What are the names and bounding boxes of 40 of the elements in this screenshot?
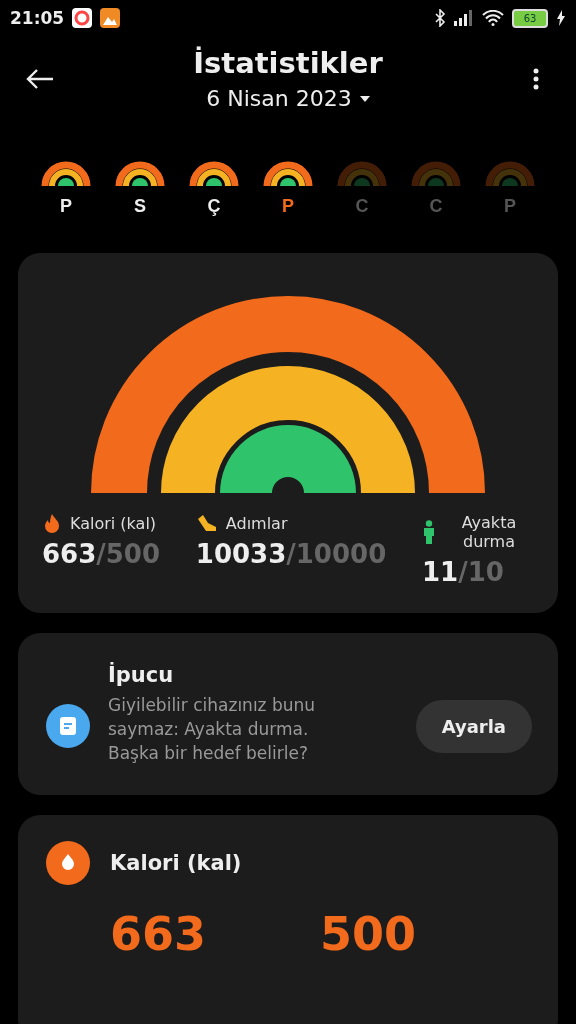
more-button[interactable] <box>533 67 539 90</box>
flame-icon <box>42 513 62 533</box>
date-dropdown[interactable]: 6 Nisan 2023 <box>206 86 370 111</box>
stat-value: 663/500 <box>42 539 161 569</box>
person-icon <box>422 520 436 544</box>
stat-label: Ayakta durma <box>460 513 518 551</box>
rings-drawing <box>115 161 165 186</box>
app-notification-icon <box>72 8 93 28</box>
signal-icon <box>454 10 474 26</box>
calorie-goal: 500 <box>320 907 418 961</box>
tip-title: İpucu <box>108 663 175 687</box>
wifi-icon <box>482 10 504 26</box>
stat-label: Kalori (kal) <box>70 513 157 533</box>
stat-value: 10033/10000 <box>195 539 387 569</box>
rings-drawing <box>189 161 239 186</box>
tip-text: Giyilebilir cihazınız bunu saymaz: Ayakta durma. Başka bir hedef belirle? <box>108 694 317 765</box>
status-time: 21:05 <box>10 8 65 28</box>
shoe-icon <box>195 513 218 533</box>
rings-drawing <box>485 161 535 186</box>
calorie-value: 663 <box>110 907 208 961</box>
set-button[interactable]: Ayarla <box>415 699 532 753</box>
rings-drawing <box>263 161 313 186</box>
stat-label: Adımlar <box>225 513 288 533</box>
caret-icon <box>359 95 370 102</box>
stat-value: 11/10 <box>422 557 505 587</box>
rings-drawing <box>411 161 461 186</box>
battery-indicator: 63 <box>512 8 548 28</box>
back-button[interactable] <box>25 67 55 90</box>
day-tab[interactable]: S <box>112 161 168 217</box>
day-tab[interactable]: Ç <box>186 161 242 217</box>
rings-drawing <box>337 161 387 186</box>
day-tab[interactable]: P <box>260 161 316 217</box>
rings-drawing <box>41 161 91 186</box>
bluetooth-icon <box>434 9 446 27</box>
gallery-notification-icon <box>100 8 121 28</box>
page-title: İstatistikler <box>193 46 383 80</box>
calorie-title: Kalori (kal) <box>110 851 242 875</box>
note-icon <box>46 704 90 748</box>
day-tab[interactable]: P <box>38 161 94 217</box>
charging-icon <box>556 10 566 26</box>
